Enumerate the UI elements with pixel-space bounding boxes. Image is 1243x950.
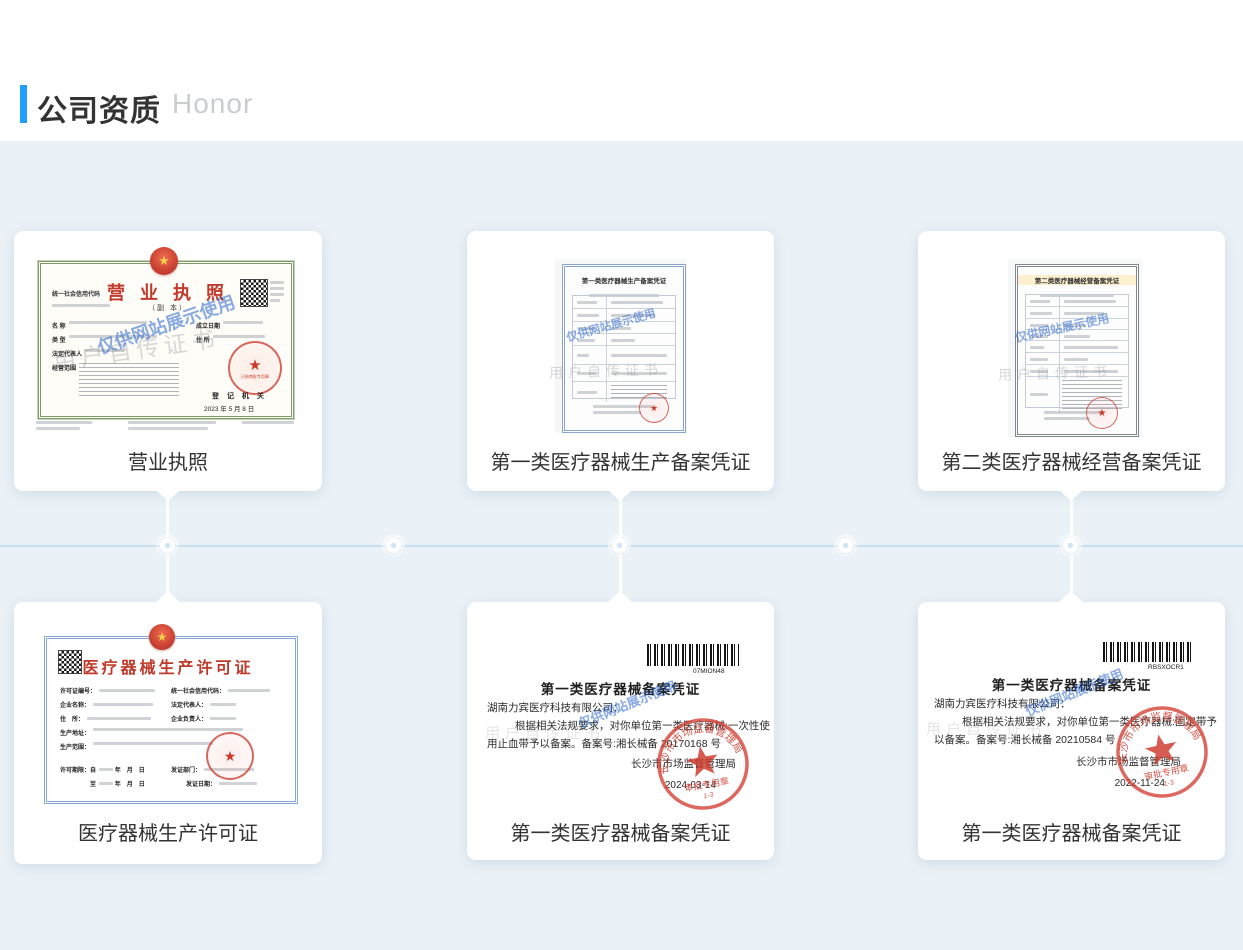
official-seal-icon: ★ bbox=[206, 732, 254, 780]
certificate-card-business-license[interactable]: ★ 营 业 执 照 （副 本） 统一社会信用代码 名 称 类 型 法定代表人 经… bbox=[14, 231, 322, 491]
registrar-label: 登 记 机 关 bbox=[212, 391, 267, 401]
barcode-label: 07MION48 bbox=[693, 668, 724, 675]
national-emblem-icon: ★ bbox=[149, 624, 175, 650]
card-caption: 第一类医疗器械备案凭证 bbox=[467, 817, 774, 846]
card-pointer-up bbox=[1059, 591, 1083, 602]
credit-code-block: 统一社会信用代码 bbox=[52, 283, 110, 307]
watermark-gray: 用户自传证书 bbox=[998, 361, 1113, 385]
timeline-node bbox=[838, 538, 853, 553]
card-caption: 第二类医疗器械经营备案凭证 bbox=[918, 446, 1225, 475]
timeline-node bbox=[612, 538, 627, 553]
micro-text-lines bbox=[242, 421, 294, 427]
barcode-icon bbox=[647, 644, 739, 666]
card-caption: 医疗器械生产许可证 bbox=[14, 817, 322, 846]
card-pointer-down bbox=[1059, 490, 1083, 501]
national-emblem-icon: ★ bbox=[150, 247, 178, 275]
card-pointer-down bbox=[156, 490, 180, 501]
honor-section: ★ 营 业 执 照 （副 本） 统一社会信用代码 名 称 类 型 法定代表人 经… bbox=[0, 141, 1243, 950]
barcode-icon bbox=[1103, 642, 1191, 662]
official-seal-icon: ★ 已核审批专用章 bbox=[228, 341, 282, 395]
certificate-title: 第二类医疗器械经营备案凭证 bbox=[1018, 275, 1136, 285]
micro-text-lines bbox=[36, 421, 92, 433]
micro-text-lines bbox=[128, 421, 216, 433]
timeline-node bbox=[386, 538, 401, 553]
certificate-card-class1-device-filing-1[interactable]: 07MION48 第一类医疗器械备案凭证 湖南力宾医疗科技有限公司： 根据相关法… bbox=[467, 602, 774, 860]
license-fields: 许可证编号： 统一社会信用代码： 企业名称： 法定代表人： 住 所： 企业负责人… bbox=[60, 686, 282, 793]
svg-text:1-3: 1-3 bbox=[1163, 779, 1174, 788]
certificate-card-class1-device-filing-2[interactable]: RBSXOCR1 第一类医疗器械备案凭证 湖南力宾医疗科技有限公司： 根据相关法… bbox=[918, 602, 1225, 860]
card-pointer-up bbox=[156, 591, 180, 602]
card-caption: 第一类医疗器械生产备案凭证 bbox=[467, 446, 774, 475]
official-seal-icon: ★ bbox=[1086, 397, 1118, 429]
page-title: 公司资质 bbox=[37, 86, 161, 130]
certificate-title: 第一类医疗器械生产备案凭证 bbox=[565, 275, 683, 285]
watermark-gray: 用户自传证书 bbox=[926, 718, 1046, 739]
official-seal-icon: 长沙市市场监督管理局 审批专用章 1-3 bbox=[645, 706, 761, 822]
timeline-node bbox=[160, 538, 175, 553]
qr-code-icon bbox=[240, 279, 268, 307]
barcode-label: RBSXOCR1 bbox=[1148, 664, 1184, 671]
certificate-image: ★ 营 业 执 照 （副 本） 统一社会信用代码 名 称 类 型 法定代表人 经… bbox=[36, 243, 300, 443]
svg-text:审批专用章: 审批专用章 bbox=[683, 775, 729, 794]
certificate-card-production-license[interactable]: ★ 医疗器械生产许可证 许可证编号： 统一社会信用代码： 企业名称： 法定代表人… bbox=[14, 602, 322, 864]
svg-text:审批专用章: 审批专用章 bbox=[1143, 762, 1189, 782]
page-subtitle: Honor bbox=[172, 88, 253, 120]
section-header: 公司资质 Honor bbox=[0, 0, 1243, 141]
micro-text-lines bbox=[270, 281, 284, 305]
accent-bar bbox=[20, 85, 27, 123]
official-seal-icon: 长沙市市场监督管理局 审批专用章 1-3 bbox=[1103, 693, 1222, 812]
card-caption: 营业执照 bbox=[14, 446, 322, 475]
certificate-card-class1-production-filing[interactable]: 第一类医疗器械生产备案凭证 ★ bbox=[467, 231, 774, 491]
svg-text:1-3: 1-3 bbox=[703, 792, 714, 801]
timeline-node bbox=[1063, 538, 1078, 553]
issue-date: 2023 年 5 月 8 日 bbox=[204, 403, 254, 413]
page: 公司资质 Honor ★ 营 业 执 照 （副 本） 统一社会信用代码 bbox=[0, 0, 1243, 950]
card-pointer-up bbox=[608, 591, 632, 602]
official-seal-icon: ★ bbox=[639, 393, 669, 423]
watermark-gray: 用户自传证书 bbox=[549, 359, 664, 383]
watermark-gray: 用户自传证书 bbox=[485, 722, 605, 743]
card-caption: 第一类医疗器械备案凭证 bbox=[918, 817, 1225, 846]
card-pointer-down bbox=[608, 490, 632, 501]
certificate-title: 医疗器械生产许可证 bbox=[14, 654, 322, 678]
certificate-card-class2-business-filing[interactable]: 第二类医疗器械经营备案凭证 bbox=[918, 231, 1225, 491]
